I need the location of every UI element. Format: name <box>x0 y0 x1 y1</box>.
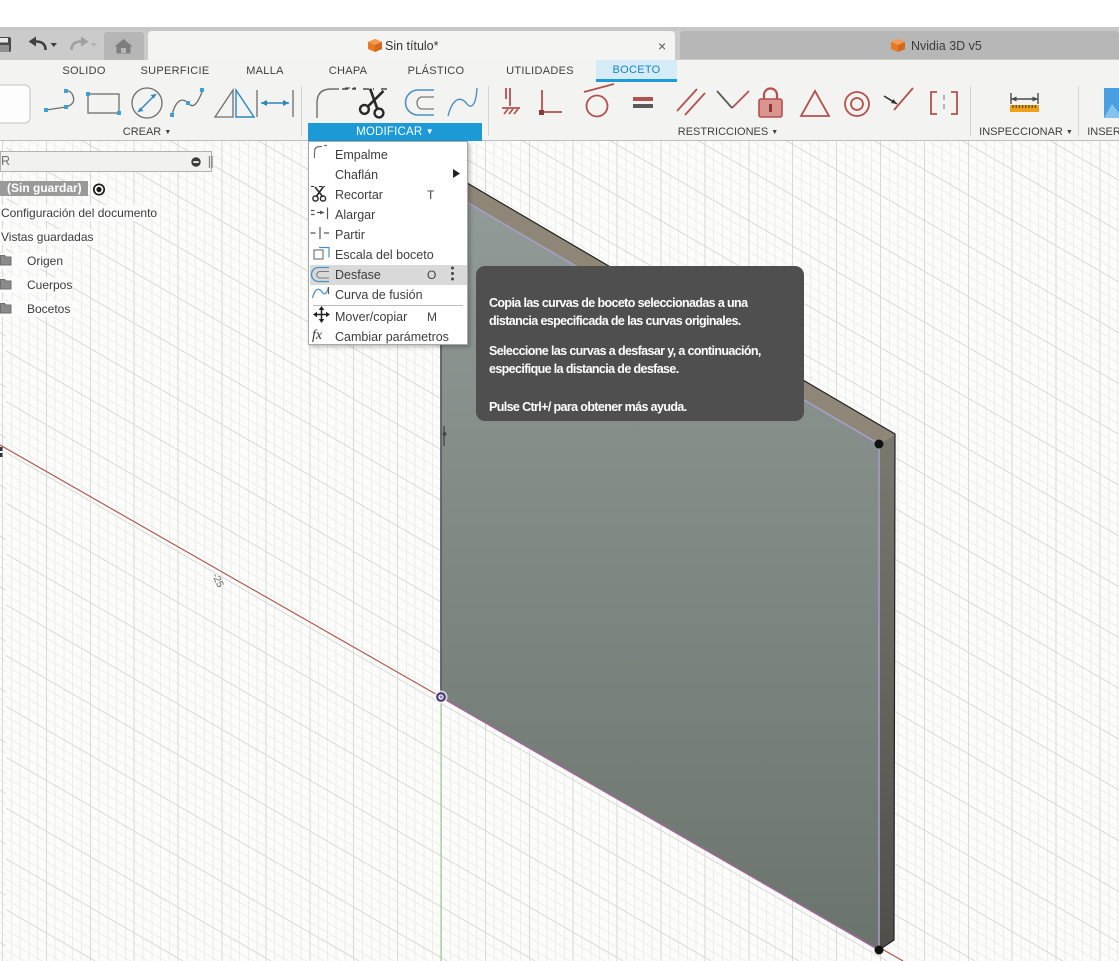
svg-text:-25: -25 <box>209 572 225 590</box>
